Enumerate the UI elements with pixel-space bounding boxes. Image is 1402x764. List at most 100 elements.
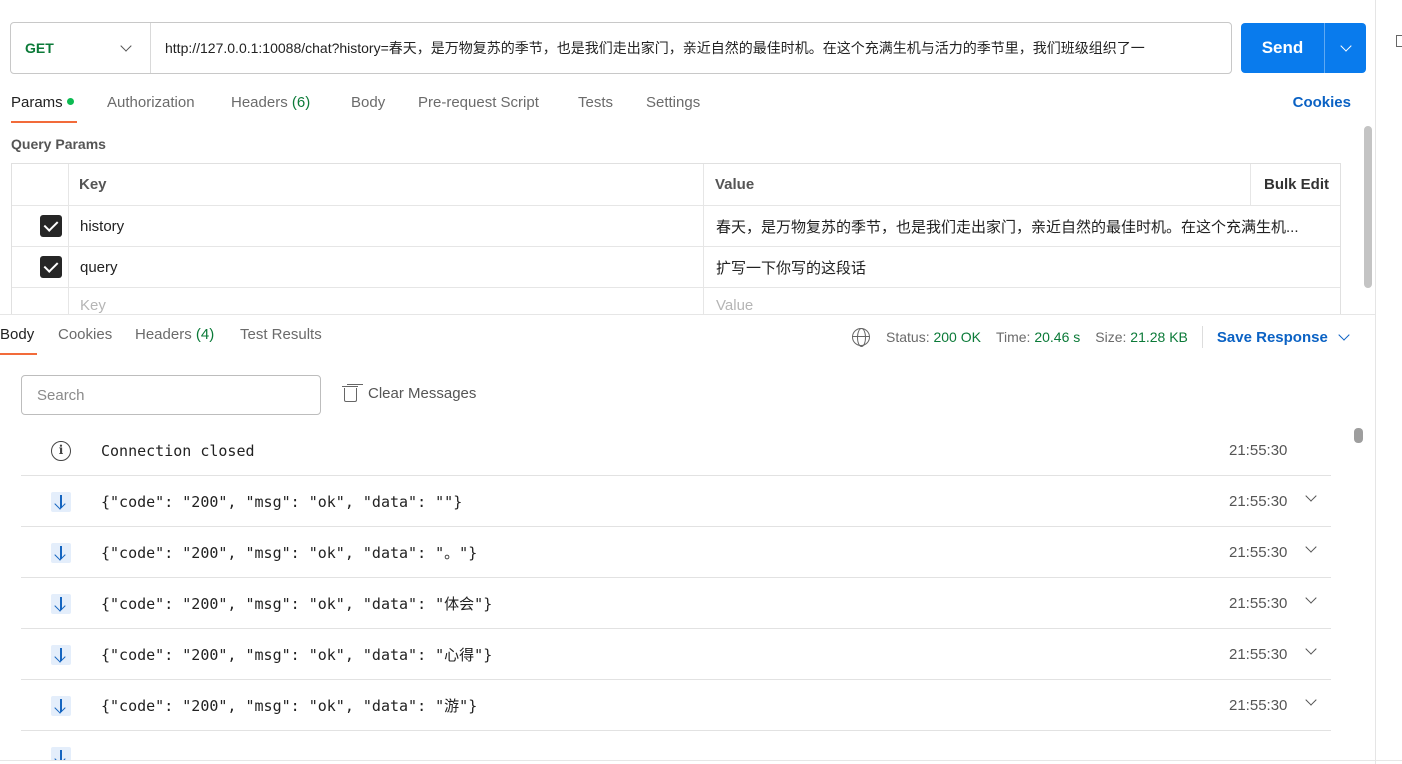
column-divider (703, 164, 704, 315)
message-text: {"code": "200", "msg": "ok", "data": "。"… (101, 544, 478, 562)
message-text: {"code": "200", "msg": "ok", "data": ""} (101, 492, 463, 511)
arrow-down-icon (51, 492, 71, 512)
message-text: {"code": "200", "msg": "ok", "data": "体会… (101, 595, 493, 613)
list-item[interactable]: {"code": "200", "msg": "ok", "data": ""}… (21, 476, 1331, 527)
sidebar-toggle-icon[interactable] (1396, 35, 1402, 47)
list-item[interactable]: {"code": "200", "msg": "ok", "data": "心得… (21, 629, 1331, 680)
tab-response-cookies[interactable]: Cookies (58, 326, 112, 343)
arrow-down-icon (51, 645, 71, 665)
cookies-link[interactable]: Cookies (1293, 94, 1351, 111)
save-response-button[interactable]: Save Response (1216, 328, 1350, 346)
status-label: Status: (886, 329, 930, 345)
param-value-cell[interactable]: 扩写一下你写的这段话 (716, 247, 866, 287)
message-time: 21:55:30 (1229, 493, 1288, 510)
list-item[interactable]: {"code": "200", "msg": "ok", "data": "。"… (21, 527, 1331, 578)
chevron-down-icon[interactable] (1305, 490, 1317, 502)
panel-divider (1375, 0, 1376, 764)
tab-response-headers-label: Headers (135, 326, 192, 343)
url-bar: GET http://127.0.0.1:10088/chat?history=… (10, 22, 1232, 74)
method-select[interactable]: GET (11, 23, 151, 73)
tab-prerequest-script[interactable]: Pre-request Script (418, 94, 539, 111)
message-time: 21:55:30 (1229, 697, 1288, 714)
param-enabled-checkbox[interactable] (40, 256, 62, 278)
param-value-cell[interactable]: 春天，是万物复苏的季节，也是我们走出家门，亲近自然的最佳时机。在这个充满生机..… (716, 206, 1316, 246)
message-time: 21:55:30 (1229, 646, 1288, 663)
param-enabled-checkbox[interactable] (40, 215, 62, 237)
chevron-down-icon (1339, 40, 1352, 52)
globe-icon[interactable] (852, 328, 870, 347)
response-divider (0, 314, 1375, 315)
tab-body[interactable]: Body (351, 94, 385, 111)
status-separator (1201, 326, 1203, 348)
tab-params[interactable]: Params (11, 94, 74, 111)
time-value: 20.46 s (1034, 329, 1081, 345)
key-placeholder[interactable]: Key (80, 285, 106, 315)
tab-headers-count: (6) (291, 94, 311, 111)
messages-search-input[interactable] (21, 375, 321, 415)
response-status-bar: Status: 200 OK Time: 20.46 s Size: 21.28… (852, 326, 1350, 348)
send-options-button[interactable] (1325, 23, 1366, 73)
query-params-table: Key Value Bulk Edit history 春天，是万物复苏的季节，… (11, 163, 1341, 315)
chevron-down-icon[interactable] (1305, 694, 1317, 706)
size-value: 21.28 KB (1130, 329, 1188, 345)
save-response-label: Save Response (1216, 328, 1328, 346)
clear-messages-button[interactable]: Clear Messages (342, 384, 477, 402)
param-key-cell[interactable]: history (80, 206, 124, 246)
table-row: history 春天，是万物复苏的季节，也是我们走出家门，亲近自然的最佳时机。在… (12, 206, 1340, 247)
params-active-dot (66, 97, 74, 105)
chevron-down-icon[interactable] (1305, 643, 1317, 655)
active-tab-underline (11, 121, 77, 123)
active-tab-underline (0, 353, 37, 355)
chevron-down-icon[interactable] (1305, 541, 1317, 553)
column-header-key: Key (79, 176, 107, 193)
list-item[interactable]: {"code": "200", "msg": "ok", "data": "体会… (21, 578, 1331, 629)
clear-messages-label: Clear Messages (368, 384, 477, 402)
list-item[interactable]: {"code": "200", "msg": "ok", "data": "游"… (21, 680, 1331, 731)
table-row: query 扩写一下你写的这段话 (12, 247, 1340, 288)
time-label: Time: (995, 329, 1031, 345)
chevron-down-icon[interactable] (1305, 592, 1317, 604)
column-divider (1250, 164, 1251, 206)
trash-icon (342, 384, 358, 402)
message-time: 21:55:30 (1229, 595, 1288, 612)
bulk-edit-button[interactable]: Bulk Edit (1264, 164, 1329, 205)
send-button[interactable]: Send (1241, 23, 1325, 73)
status-value: 200 OK (933, 329, 981, 345)
column-header-value: Value (715, 176, 755, 193)
info-icon (51, 441, 71, 461)
arrow-down-icon (51, 696, 71, 716)
tab-authorization[interactable]: Authorization (107, 94, 195, 111)
send-button-group: Send (1241, 23, 1366, 73)
messages-scrollbar[interactable] (1354, 428, 1363, 443)
value-placeholder[interactable]: Value (716, 285, 753, 315)
url-input[interactable]: http://127.0.0.1:10088/chat?history=春天，是… (151, 38, 1231, 58)
tab-settings[interactable]: Settings (646, 94, 700, 111)
message-text: Connection closed (101, 441, 255, 460)
message-text: {"code": "200", "msg": "ok", "data": "心得… (101, 646, 493, 664)
tab-headers-label: Headers (231, 94, 288, 111)
arrow-down-icon (51, 747, 71, 760)
chevron-down-icon (1338, 329, 1350, 341)
chevron-down-icon (120, 40, 132, 52)
tab-headers[interactable]: Headers (6) (231, 94, 310, 111)
tab-response-body[interactable]: Body (0, 326, 34, 343)
size-label: Size: (1095, 329, 1127, 345)
message-list: Connection closed 21:55:30 {"code": "200… (21, 425, 1331, 760)
message-time: 21:55:30 (1229, 544, 1288, 561)
message-time: 21:55:30 (1229, 442, 1288, 459)
bottom-divider (0, 760, 1402, 761)
method-label: GET (25, 40, 54, 56)
request-tabs: Params Authorization Headers (6) Body Pr… (0, 90, 1370, 124)
tab-test-results[interactable]: Test Results (240, 326, 322, 343)
tab-tests[interactable]: Tests (578, 94, 613, 111)
list-item[interactable] (21, 731, 1331, 760)
tab-response-headers-count: (4) (195, 326, 215, 343)
tab-response-headers[interactable]: Headers (4) (135, 326, 214, 343)
list-item[interactable]: Connection closed 21:55:30 (21, 425, 1331, 476)
request-scrollbar[interactable] (1364, 126, 1372, 288)
arrow-down-icon (51, 543, 71, 563)
table-header-row: Key Value Bulk Edit (12, 164, 1340, 206)
param-key-cell[interactable]: query (80, 247, 118, 287)
arrow-down-icon (51, 594, 71, 614)
table-row-empty: Key Value (12, 285, 1340, 315)
